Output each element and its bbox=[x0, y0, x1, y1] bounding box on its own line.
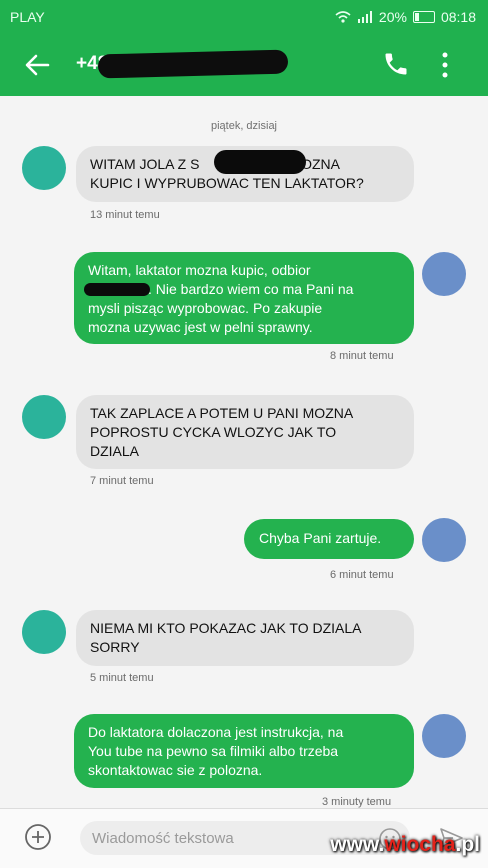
message-line: Witam, laktator mozna kupic, odbior bbox=[88, 262, 311, 278]
phone-icon[interactable] bbox=[382, 50, 410, 78]
message-bubble[interactable]: NIEMA MI KTO POKAZAC JAK TO DZIALA SORRY bbox=[76, 610, 414, 666]
arrow-left-icon[interactable] bbox=[22, 50, 52, 80]
redaction-bar bbox=[97, 49, 289, 79]
avatar[interactable] bbox=[22, 395, 66, 439]
message-line: DZIALA bbox=[90, 443, 140, 459]
message-line: skontaktowac sie z polozna. bbox=[88, 762, 263, 778]
avatar[interactable] bbox=[22, 146, 66, 190]
status-bar: PLAY 20% 08:18 bbox=[0, 0, 488, 34]
watermark-logo: www.wiocha.pl bbox=[330, 833, 480, 856]
message-line: Do laktatora dolaczona jest instrukcja, … bbox=[88, 724, 344, 740]
battery-icon bbox=[412, 11, 435, 23]
message-line: KUPIC I WYPRUBOWAC TEN LAKTATOR? bbox=[90, 175, 364, 191]
wifi-icon bbox=[335, 11, 351, 23]
app-bar: +48 bbox=[0, 34, 488, 96]
message-bubble[interactable]: Chyba Pani zartuje. bbox=[244, 519, 414, 559]
battery-level bbox=[414, 13, 419, 21]
message-timestamp: 8 minut temu bbox=[330, 350, 394, 362]
message-line: SORRY bbox=[90, 639, 140, 655]
clock: 08:18 bbox=[440, 9, 476, 25]
message-line: POPROSTU CYCKA WLOZYC JAK TO bbox=[90, 424, 337, 440]
message-timestamp: 3 minuty temu bbox=[322, 796, 392, 808]
avatar[interactable] bbox=[422, 714, 466, 758]
redaction-bar bbox=[214, 150, 306, 174]
battery-percent: 20% bbox=[378, 9, 407, 25]
status-indicators: 20% 08:18 bbox=[335, 9, 476, 25]
message-line: TAK ZAPLACE A POTEM U PANI MOZNA bbox=[90, 405, 354, 421]
add-circle-icon[interactable] bbox=[24, 823, 52, 851]
message-line: You tube na pewno sa filmiki albo trzeba bbox=[88, 743, 339, 759]
message-line: mysli pisząc wyprobowac. Po zakupie bbox=[88, 300, 323, 316]
more-vertical-icon[interactable] bbox=[440, 50, 450, 80]
message-line: mozna uzywac jest w pelni sprawny. bbox=[88, 319, 313, 335]
message-bubble[interactable]: Do laktatora dolaczona jest instrukcja, … bbox=[74, 714, 414, 788]
message-line: Chyba Pani zartuje. bbox=[259, 530, 382, 546]
message-bubble[interactable]: Witam, laktator mozna kupic, odbior . Ni… bbox=[74, 252, 414, 344]
message-line: NIEMA MI KTO POKAZAC JAK TO DZIALA bbox=[90, 620, 362, 636]
message-timestamp: 6 minut temu bbox=[330, 569, 394, 581]
message-timestamp: 13 minut temu bbox=[90, 209, 160, 221]
date-separator: piątek, dzisiaj bbox=[210, 120, 278, 132]
redaction-bar bbox=[84, 283, 150, 296]
message-bubble[interactable]: TAK ZAPLACE A POTEM U PANI MOZNA POPROST… bbox=[76, 395, 414, 469]
message-timestamp: 7 minut temu bbox=[90, 475, 154, 487]
avatar[interactable] bbox=[422, 252, 466, 296]
message-timestamp: 5 minut temu bbox=[90, 672, 154, 684]
avatar[interactable] bbox=[22, 610, 66, 654]
carrier-label: PLAY bbox=[10, 9, 45, 25]
signal-icon bbox=[357, 11, 372, 23]
avatar[interactable] bbox=[422, 518, 466, 562]
